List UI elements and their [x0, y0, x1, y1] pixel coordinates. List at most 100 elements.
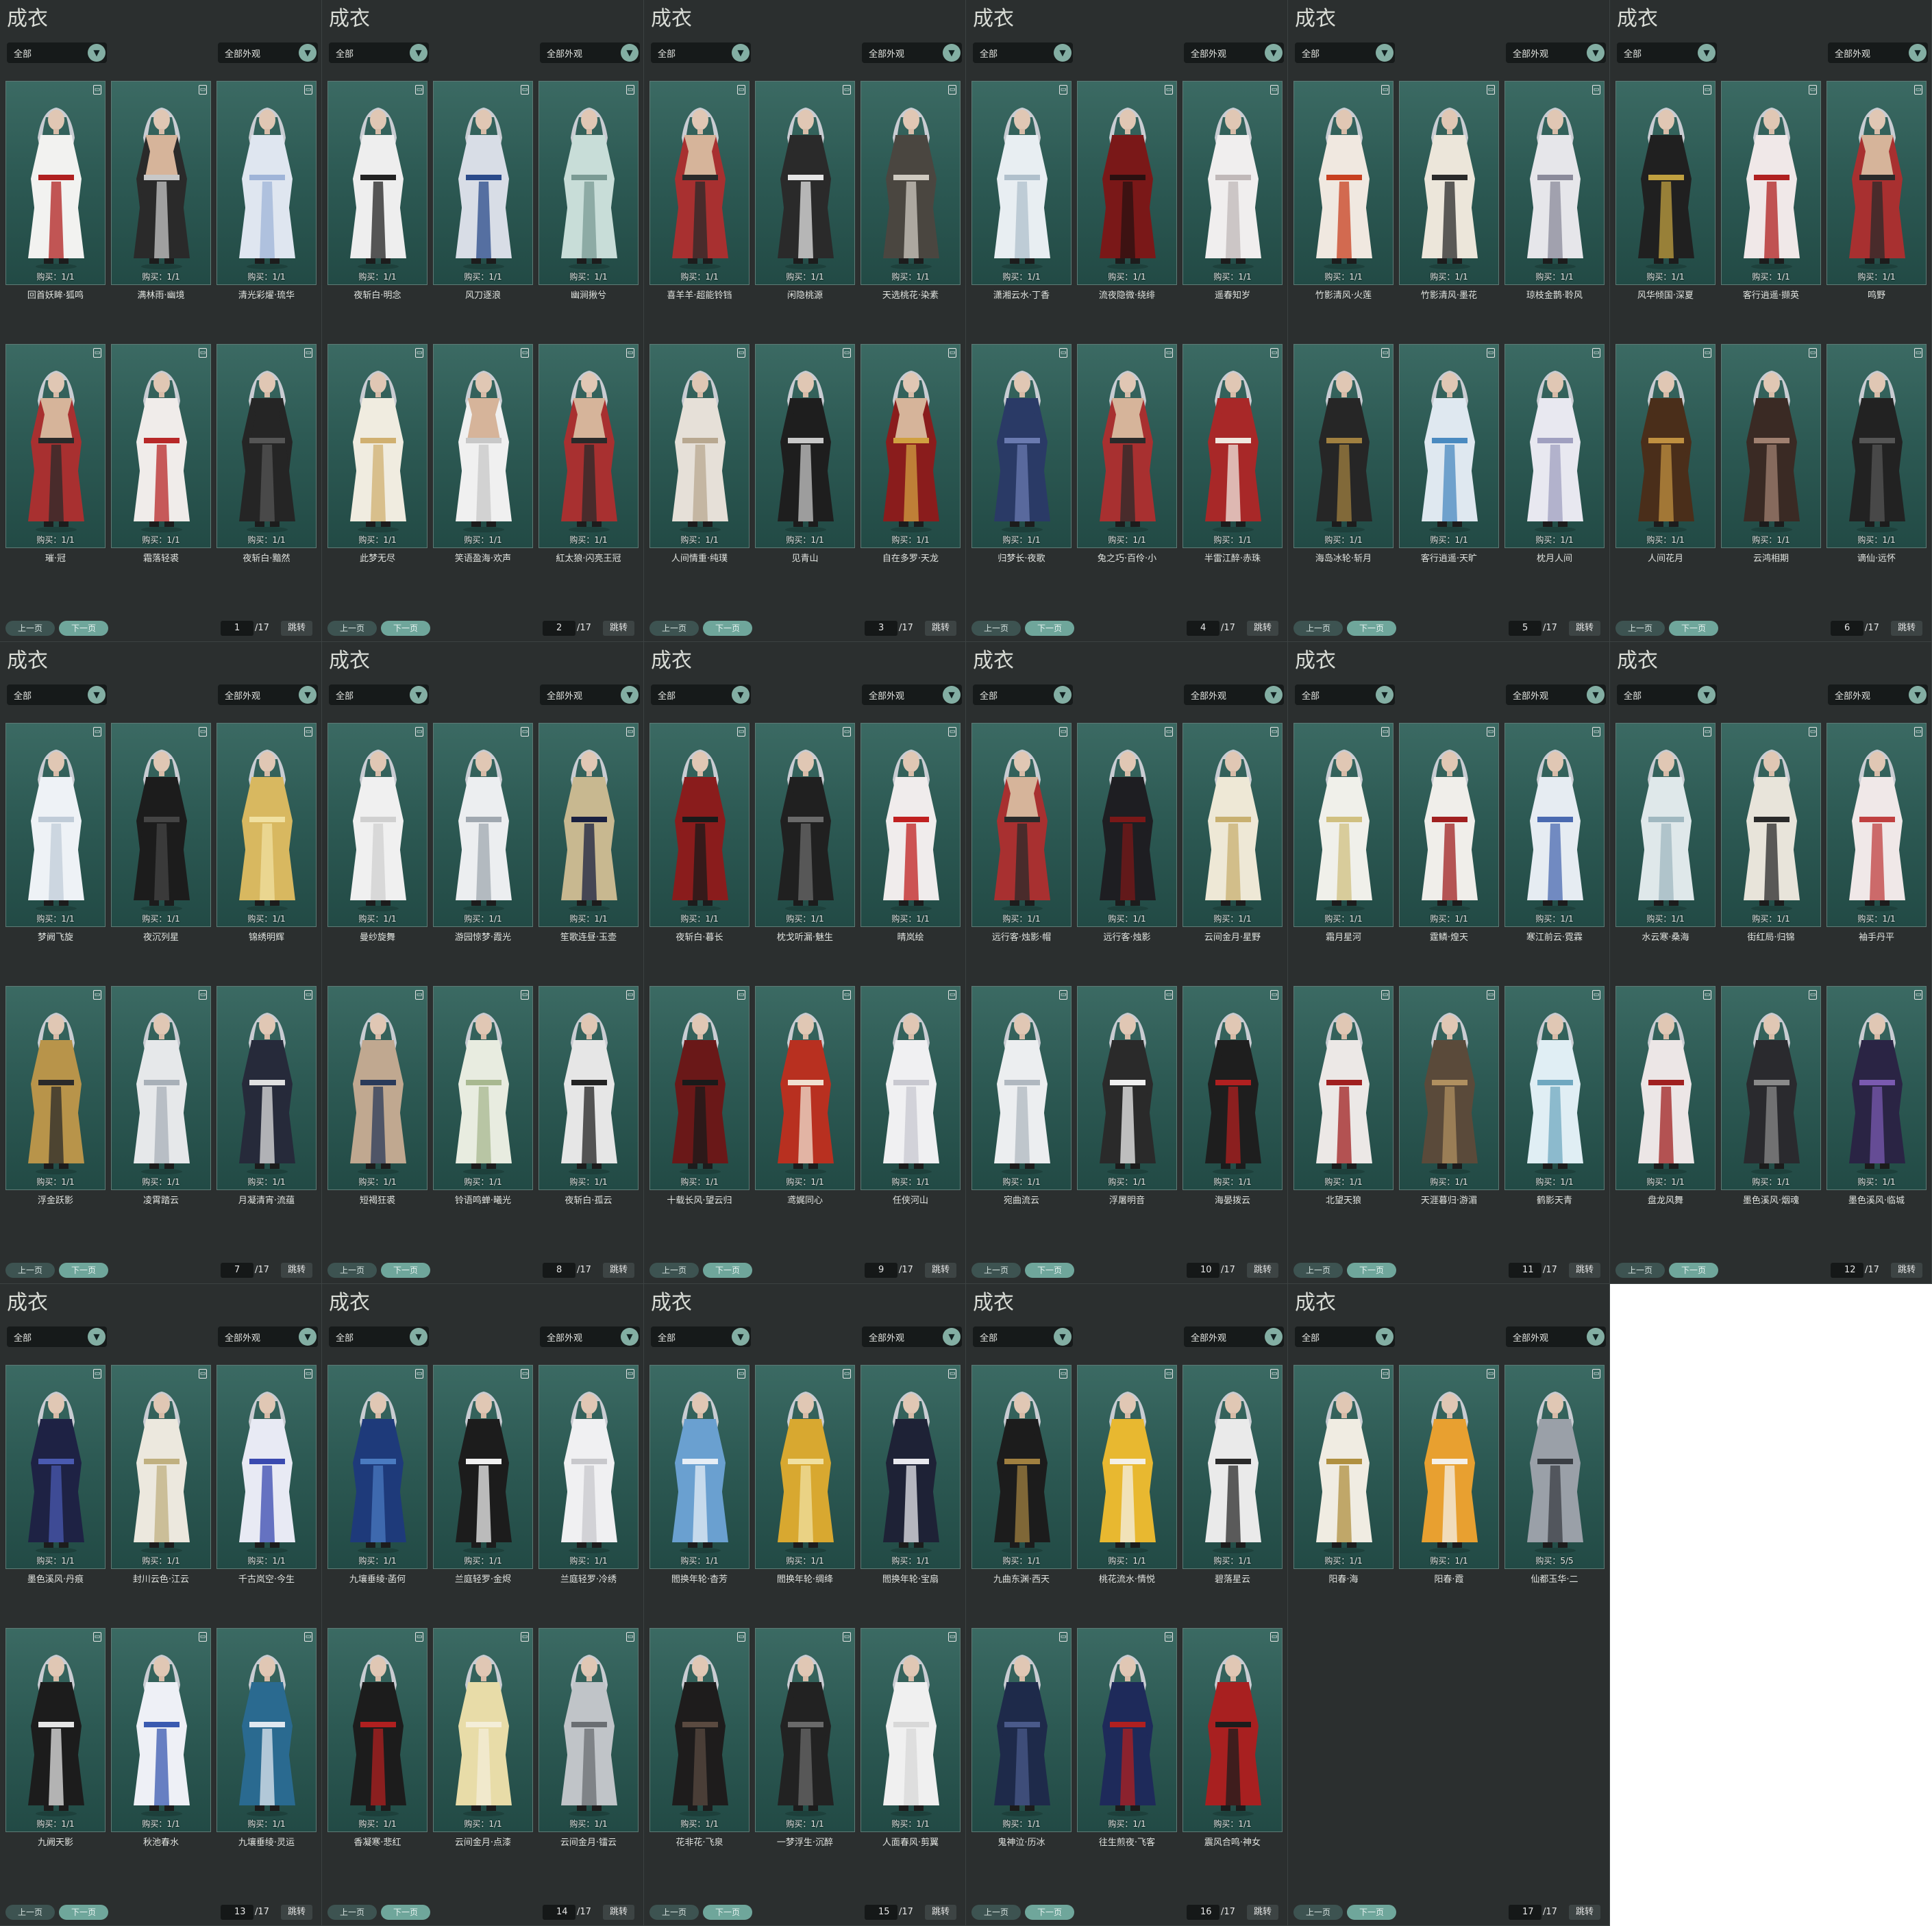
outfit-card[interactable]: ▭ 购买：1/1 [1721, 723, 1821, 927]
trash-icon[interactable]: ▭ [1592, 727, 1600, 737]
next-page-button[interactable]: 下一页 [703, 621, 752, 636]
trash-icon[interactable]: ▭ [843, 990, 851, 1000]
category-select[interactable]: 全部 ▼ [651, 684, 751, 705]
category-select[interactable]: 全部 ▼ [973, 1326, 1073, 1347]
outfit-card[interactable]: ▭ 购买：1/1 [649, 81, 750, 285]
trash-icon[interactable]: ▭ [1059, 990, 1067, 1000]
outfit-card[interactable]: ▭ 购买：1/1 [111, 81, 211, 285]
outfit-card[interactable]: ▭ 购买：1/1 [1182, 1365, 1283, 1569]
trash-icon[interactable]: ▭ [1914, 990, 1922, 1000]
outfit-card[interactable]: ▭ 购买：1/1 [327, 344, 428, 548]
jump-button[interactable]: 跳转 [281, 1905, 312, 1920]
trash-icon[interactable]: ▭ [415, 990, 423, 1000]
prev-page-button[interactable]: 上一页 [971, 1263, 1021, 1278]
prev-page-button[interactable]: 上一页 [1615, 1263, 1665, 1278]
page-number-input[interactable]: 17 [1509, 1905, 1541, 1920]
trash-icon[interactable]: ▭ [521, 1632, 529, 1642]
outfit-card[interactable]: ▭ 购买：1/1 [1399, 344, 1499, 548]
outfit-card[interactable]: ▭ 购买：1/1 [111, 1365, 211, 1569]
jump-button[interactable]: 跳转 [1891, 1263, 1922, 1278]
category-select[interactable]: 全部 ▼ [651, 1326, 751, 1347]
prev-page-button[interactable]: 上一页 [649, 621, 699, 636]
trash-icon[interactable]: ▭ [304, 727, 312, 737]
trash-icon[interactable]: ▭ [415, 1369, 423, 1379]
trash-icon[interactable]: ▭ [1059, 1632, 1067, 1642]
outfit-card[interactable]: ▭ 购买：1/1 [327, 1628, 428, 1832]
trash-icon[interactable]: ▭ [1592, 348, 1600, 358]
trash-icon[interactable]: ▭ [1914, 348, 1922, 358]
outfit-card[interactable]: ▭ 购买：1/1 [1826, 986, 1927, 1190]
outfit-card[interactable]: ▭ 购买：1/1 [971, 1365, 1072, 1569]
trash-icon[interactable]: ▭ [93, 85, 101, 95]
outfit-card[interactable]: ▭ 购买：1/1 [971, 1628, 1072, 1832]
outfit-card[interactable]: ▭ 购买：1/1 [5, 1365, 106, 1569]
outfit-card[interactable]: ▭ 购买：1/1 [1826, 81, 1927, 285]
jump-button[interactable]: 跳转 [1247, 1905, 1278, 1920]
prev-page-button[interactable]: 上一页 [649, 1263, 699, 1278]
outfit-card[interactable]: ▭ 购买：1/1 [1721, 344, 1821, 548]
appearance-select[interactable]: 全部外观 ▼ [862, 42, 962, 63]
trash-icon[interactable]: ▭ [1059, 727, 1067, 737]
outfit-card[interactable]: ▭ 购买：1/1 [649, 1628, 750, 1832]
outfit-card[interactable]: ▭ 购买：1/1 [755, 723, 855, 927]
category-select[interactable]: 全部 ▼ [329, 42, 429, 63]
trash-icon[interactable]: ▭ [93, 1632, 101, 1642]
prev-page-button[interactable]: 上一页 [1293, 1905, 1343, 1920]
outfit-card[interactable]: ▭ 购买：1/1 [649, 986, 750, 1190]
trash-icon[interactable]: ▭ [737, 727, 745, 737]
page-number-input[interactable]: 12 [1831, 1263, 1863, 1278]
trash-icon[interactable]: ▭ [626, 990, 634, 1000]
outfit-card[interactable]: ▭ 购买：1/1 [1721, 81, 1821, 285]
page-number-input[interactable]: 7 [221, 1263, 253, 1278]
trash-icon[interactable]: ▭ [737, 85, 745, 95]
outfit-card[interactable]: ▭ 购买：1/1 [327, 723, 428, 927]
prev-page-button[interactable]: 上一页 [327, 621, 377, 636]
jump-button[interactable]: 跳转 [1569, 621, 1600, 636]
outfit-card[interactable]: ▭ 购买：1/1 [538, 1628, 639, 1832]
outfit-card[interactable]: ▭ 购买：1/1 [327, 986, 428, 1190]
trash-icon[interactable]: ▭ [199, 1369, 207, 1379]
trash-icon[interactable]: ▭ [521, 85, 529, 95]
trash-icon[interactable]: ▭ [1270, 990, 1278, 1000]
trash-icon[interactable]: ▭ [199, 990, 207, 1000]
outfit-card[interactable]: ▭ 购买：1/1 [1293, 723, 1394, 927]
page-number-input[interactable]: 11 [1509, 1263, 1541, 1278]
outfit-card[interactable]: ▭ 购买：1/1 [1399, 986, 1499, 1190]
outfit-card[interactable]: ▭ 购买：1/1 [860, 723, 961, 927]
category-select[interactable]: 全部 ▼ [329, 1326, 429, 1347]
trash-icon[interactable]: ▭ [93, 1369, 101, 1379]
outfit-card[interactable]: ▭ 购买：1/1 [755, 1628, 855, 1832]
outfit-card[interactable]: ▭ 购买：1/1 [1293, 344, 1394, 548]
outfit-card[interactable]: ▭ 购买：1/1 [1182, 344, 1283, 548]
outfit-card[interactable]: ▭ 购买：1/1 [216, 986, 317, 1190]
outfit-card[interactable]: ▭ 购买：1/1 [1077, 344, 1177, 548]
next-page-button[interactable]: 下一页 [1669, 1263, 1718, 1278]
appearance-select[interactable]: 全部外观 ▼ [862, 684, 962, 705]
outfit-card[interactable]: ▭ 购买：1/1 [327, 1365, 428, 1569]
page-number-input[interactable]: 14 [543, 1905, 575, 1920]
outfit-card[interactable]: ▭ 购买：1/1 [1077, 1628, 1177, 1832]
outfit-card[interactable]: ▭ 购买：1/1 [433, 1365, 533, 1569]
outfit-card[interactable]: ▭ 购买：1/1 [1504, 986, 1605, 1190]
next-page-button[interactable]: 下一页 [59, 621, 108, 636]
outfit-card[interactable]: ▭ 购买：1/1 [1182, 1628, 1283, 1832]
appearance-select[interactable]: 全部外观 ▼ [1184, 42, 1284, 63]
outfit-card[interactable]: ▭ 购买：1/1 [1504, 723, 1605, 927]
outfit-card[interactable]: ▭ 购买：1/1 [538, 986, 639, 1190]
trash-icon[interactable]: ▭ [415, 85, 423, 95]
trash-icon[interactable]: ▭ [93, 348, 101, 358]
outfit-card[interactable]: ▭ 购买：1/1 [538, 344, 639, 548]
jump-button[interactable]: 跳转 [1569, 1905, 1600, 1920]
prev-page-button[interactable]: 上一页 [971, 1905, 1021, 1920]
outfit-card[interactable]: ▭ 购买：1/1 [1615, 344, 1716, 548]
next-page-button[interactable]: 下一页 [381, 1263, 430, 1278]
outfit-card[interactable]: ▭ 购买：1/1 [1077, 1365, 1177, 1569]
appearance-select[interactable]: 全部外观 ▼ [218, 42, 318, 63]
prev-page-button[interactable]: 上一页 [1615, 621, 1665, 636]
trash-icon[interactable]: ▭ [1703, 990, 1711, 1000]
outfit-card[interactable]: ▭ 购买：1/1 [1182, 81, 1283, 285]
outfit-card[interactable]: ▭ 购买：1/1 [755, 986, 855, 1190]
outfit-card[interactable]: ▭ 购买：1/1 [216, 723, 317, 927]
trash-icon[interactable]: ▭ [304, 348, 312, 358]
outfit-card[interactable]: ▭ 购买：1/1 [1615, 723, 1716, 927]
